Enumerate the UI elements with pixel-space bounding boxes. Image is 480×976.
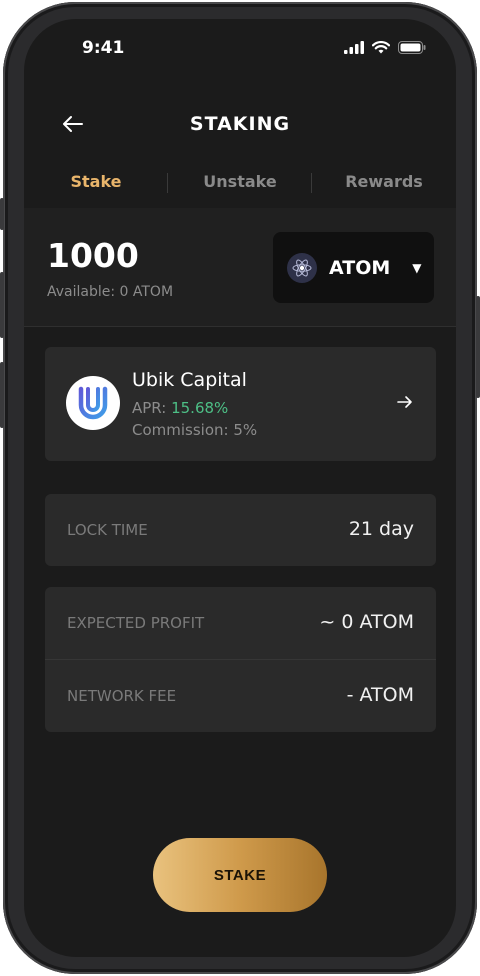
tab-label: Unstake bbox=[203, 172, 277, 191]
mute-switch bbox=[0, 198, 4, 230]
token-symbol: ATOM bbox=[329, 256, 391, 279]
apr-value: 15.68% bbox=[171, 399, 229, 417]
tab-stake[interactable]: Stake bbox=[24, 164, 168, 208]
signal-icon bbox=[344, 41, 364, 54]
token-selector[interactable]: ATOM ▼ bbox=[273, 232, 434, 303]
battery-icon bbox=[398, 41, 426, 54]
tab-label: Stake bbox=[70, 172, 122, 191]
status-icons bbox=[344, 41, 426, 54]
page-title: STAKING bbox=[189, 113, 291, 135]
amount-input[interactable]: 1000 bbox=[47, 236, 139, 275]
network-fee-row: NETWORK FEE - ATOM bbox=[45, 660, 436, 732]
network-fee-label: NETWORK FEE bbox=[67, 687, 177, 705]
tab-unstake[interactable]: Unstake bbox=[168, 164, 312, 208]
header: STAKING bbox=[24, 107, 456, 141]
tab-label: Rewards bbox=[345, 172, 423, 191]
expected-profit-value: ~ 0 ATOM bbox=[319, 611, 414, 633]
available-balance: Available: 0 ATOM bbox=[47, 284, 174, 300]
tab-bar: Stake Unstake Rewards bbox=[24, 164, 456, 208]
expected-profit-row: EXPECTED PROFIT ~ 0 ATOM bbox=[45, 587, 436, 659]
volume-down-button bbox=[0, 362, 4, 428]
validator-commission: Commission: 5% bbox=[132, 421, 258, 439]
lock-time-card: LOCK TIME 21 day bbox=[45, 494, 436, 566]
lock-time-row: LOCK TIME 21 day bbox=[45, 494, 436, 566]
app-screen: 9:41 STAKING Stake Unstake Rewards 1000 … bbox=[24, 19, 456, 957]
status-time: 9:41 bbox=[82, 38, 125, 58]
expected-profit-label: EXPECTED PROFIT bbox=[67, 614, 205, 632]
tab-rewards[interactable]: Rewards bbox=[312, 164, 456, 208]
lock-time-label: LOCK TIME bbox=[67, 521, 148, 539]
apr-label: APR: bbox=[132, 399, 172, 417]
ubik-logo bbox=[66, 376, 120, 430]
power-button bbox=[476, 296, 480, 398]
validator-name: Ubik Capital bbox=[132, 369, 247, 391]
network-fee-value: - ATOM bbox=[346, 684, 414, 706]
stake-amount-panel: 1000 Available: 0 ATOM ATOM ▼ bbox=[24, 208, 456, 327]
stake-button[interactable]: STAKE bbox=[153, 838, 327, 912]
lock-time-value: 21 day bbox=[348, 518, 414, 540]
validator-apr: APR: 15.68% bbox=[132, 399, 228, 417]
arrow-right-icon[interactable] bbox=[396, 393, 414, 411]
caret-down-icon: ▼ bbox=[412, 260, 422, 275]
stake-details-card: EXPECTED PROFIT ~ 0 ATOM NETWORK FEE - A… bbox=[45, 587, 436, 732]
volume-up-button bbox=[0, 272, 4, 338]
wifi-icon bbox=[372, 41, 390, 54]
validator-card[interactable]: Ubik Capital APR: 15.68% Commission: 5% bbox=[45, 347, 436, 461]
status-bar: 9:41 bbox=[24, 19, 456, 79]
cosmos-atom-icon bbox=[287, 252, 317, 283]
